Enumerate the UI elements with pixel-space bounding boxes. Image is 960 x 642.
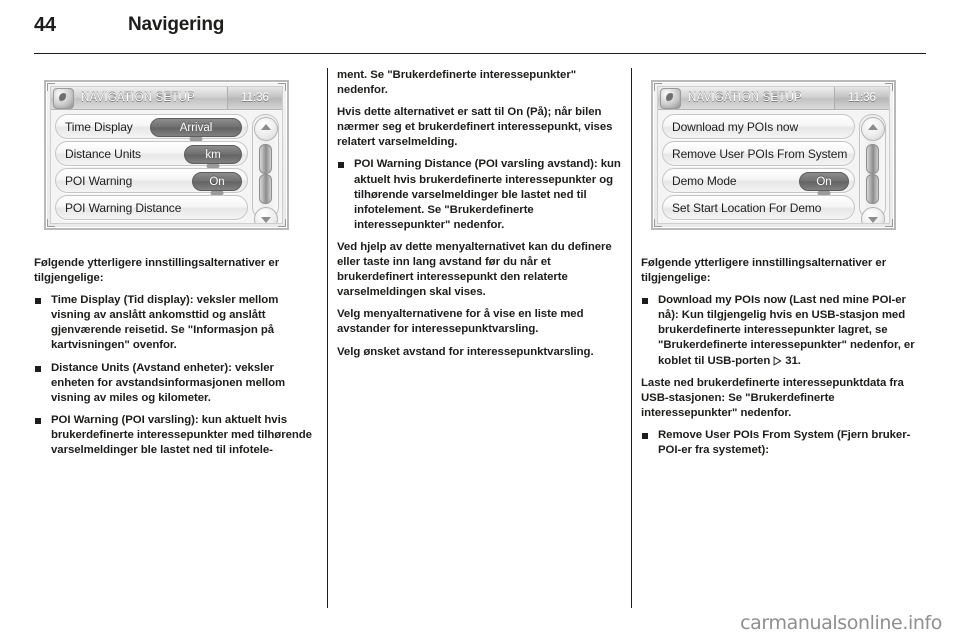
scrollbar-2[interactable] <box>859 114 886 223</box>
header-divider-rule <box>34 53 926 54</box>
list-item-time-display[interactable]: Time Display Arrival <box>55 114 248 139</box>
paragraph-select-menu: Velg menyalternativene for å vise en lis… <box>337 308 584 336</box>
list-item-poi-warning[interactable]: POI Warning On <box>55 168 248 193</box>
scrollbar-1[interactable] <box>252 114 279 223</box>
list-item-label: Set Start Location For Demo <box>672 200 822 215</box>
paragraph-intro: Følgende ytterligere innstillingsalterna… <box>34 257 280 285</box>
list-item-label: Time Display <box>65 119 133 134</box>
paragraph-intro: Følgende ytterligere innstillingsalterna… <box>641 257 887 285</box>
bullet-square-icon <box>338 162 344 169</box>
bullet-text: POI Warning (POI varsling): kun aktuelt … <box>51 413 312 457</box>
bullet-square-icon <box>35 417 41 424</box>
page-header: 44 Navigering <box>34 14 926 48</box>
list-item-demo-mode[interactable]: Demo Mode On <box>662 168 855 193</box>
bullet-remove-user-pois: Remove User POIs From System (Fjern bruk… <box>641 428 926 458</box>
list-item-set-start-location[interactable]: Set Start Location For Demo <box>662 195 855 220</box>
page-reference-number: 31 <box>785 354 798 367</box>
scrollbar-thumb-lower[interactable] <box>259 174 272 204</box>
page-number: 44 <box>34 14 56 36</box>
column-divider-2 <box>631 68 632 608</box>
scrollbar-thumb-lower[interactable] <box>866 174 879 204</box>
device-frame-1: NAVIGATION SETUP 11:36 Time Display Arri… <box>44 80 289 230</box>
column-1-text: Følgende ytterligere innstillingsalterna… <box>34 256 319 458</box>
bullet-time-display: Time Display (Tid display): veksler mell… <box>34 293 319 353</box>
bullet-square-icon <box>35 365 41 372</box>
bullet-text: Remove User POIs From System (Fjern bruk… <box>658 428 911 457</box>
paragraph-continuation: ment. Se "Brukerdefinerte interessepunkt… <box>337 69 577 97</box>
navigation-disc-icon <box>660 87 681 109</box>
figure-navigation-setup-2: NAVIGATION SETUP 11:36 Download my POIs … <box>641 68 906 240</box>
bullet-text: POI Warning Distance (POI varsling avsta… <box>354 158 621 231</box>
column-3-text: Følgende ytterligere innstillingsalterna… <box>641 256 926 458</box>
bullet-poi-warning-distance: POI Warning Distance (POI varsling avsta… <box>337 157 622 232</box>
chevron-down-icon[interactable] <box>253 207 278 223</box>
scrollbar-track-1[interactable] <box>259 143 272 205</box>
paragraph-select-distance: Velg ønsket avstand for interessepunktva… <box>337 345 594 358</box>
paragraph-poi-warning-on: Hvis dette alternativet er satt til On (… <box>337 106 613 149</box>
paragraph-download-usb: Laste ned brukerdefinerte interessepunkt… <box>641 376 904 419</box>
titlebar-2: NAVIGATION SETUP 11:36 <box>658 87 889 110</box>
scrollbar-thumb-upper[interactable] <box>259 144 272 174</box>
navigation-disc-icon <box>53 87 74 109</box>
column-1: NAVIGATION SETUP 11:36 Time Display Arri… <box>34 68 319 608</box>
device-screen-1: NAVIGATION SETUP 11:36 Time Display Arri… <box>50 86 283 224</box>
bullet-distance-units: Distance Units (Avstand enheter): veksle… <box>34 361 319 406</box>
page-reference-arrow: ▷ <box>771 354 785 367</box>
titlebar-1: NAVIGATION SETUP 11:36 <box>51 87 282 110</box>
chevron-up-icon[interactable] <box>253 117 278 141</box>
bullet-square-icon <box>642 432 648 439</box>
content-columns: NAVIGATION SETUP 11:36 Time Display Arri… <box>34 68 926 608</box>
clock-display-1: 11:36 <box>227 87 282 109</box>
value-pill-demo-mode[interactable]: On <box>799 172 849 191</box>
list-item-label: POI Warning <box>65 173 133 188</box>
chevron-up-icon[interactable] <box>860 117 885 141</box>
list-item-distance-units[interactable]: Distance Units km <box>55 141 248 166</box>
device-screen-2: NAVIGATION SETUP 11:36 Download my POIs … <box>657 86 890 224</box>
column-2: ment. Se "Brukerdefinerte interessepunkt… <box>337 68 622 608</box>
list-item-poi-warning-distance[interactable]: POI Warning Distance <box>55 195 248 220</box>
bullet-square-icon <box>642 298 648 305</box>
device-frame-2: NAVIGATION SETUP 11:36 Download my POIs … <box>651 80 896 230</box>
bullet-text: Distance Units (Avstand enheter): veksle… <box>51 361 286 404</box>
list-item-label: Demo Mode <box>672 173 737 188</box>
list-item-label: POI Warning Distance <box>65 200 182 215</box>
list-item-remove-user-pois[interactable]: Remove User POIs From System <box>662 141 855 166</box>
list-item-download-my-pois-now[interactable]: Download my POIs now <box>662 114 855 139</box>
screen-title-1: NAVIGATION SETUP <box>81 92 195 104</box>
column-divider-1 <box>327 68 328 608</box>
watermark: carmanualsonline.info <box>740 612 942 634</box>
value-pill-distance-units[interactable]: km <box>184 145 242 164</box>
value-pill-time-display[interactable]: Arrival <box>150 118 242 137</box>
bullet-square-icon <box>35 298 41 305</box>
paragraph-define-distance: Ved hjelp av dette menyalternativet kan … <box>337 240 612 299</box>
list-item-label: Remove User POIs From System <box>672 146 848 161</box>
scrollbar-track-2[interactable] <box>866 143 879 205</box>
bullet-text: Time Display (Tid display): veksler mell… <box>51 294 279 352</box>
clock-display-2: 11:36 <box>834 87 889 109</box>
chevron-down-icon[interactable] <box>860 207 885 223</box>
column-2-text: ment. Se "Brukerdefinerte interessepunkt… <box>337 68 622 360</box>
figure-navigation-setup-1: NAVIGATION SETUP 11:36 Time Display Arri… <box>34 68 299 240</box>
settings-list-2: Download my POIs now Remove User POIs Fr… <box>658 110 889 223</box>
screen-title-2: NAVIGATION SETUP <box>688 92 802 104</box>
list-item-label: Distance Units <box>65 146 141 161</box>
value-pill-poi-warning[interactable]: On <box>192 172 242 191</box>
bullet-download-my-pois: Download my POIs now (Last ned mine POI-… <box>641 293 926 368</box>
column-3: NAVIGATION SETUP 11:36 Download my POIs … <box>641 68 926 608</box>
bullet-poi-warning: POI Warning (POI varsling): kun aktuelt … <box>34 413 319 458</box>
scrollbar-thumb-upper[interactable] <box>866 144 879 174</box>
settings-list-1: Time Display Arrival Distance Units km P… <box>51 110 282 223</box>
page-title: Navigering <box>128 14 225 35</box>
list-item-label: Download my POIs now <box>672 119 799 134</box>
